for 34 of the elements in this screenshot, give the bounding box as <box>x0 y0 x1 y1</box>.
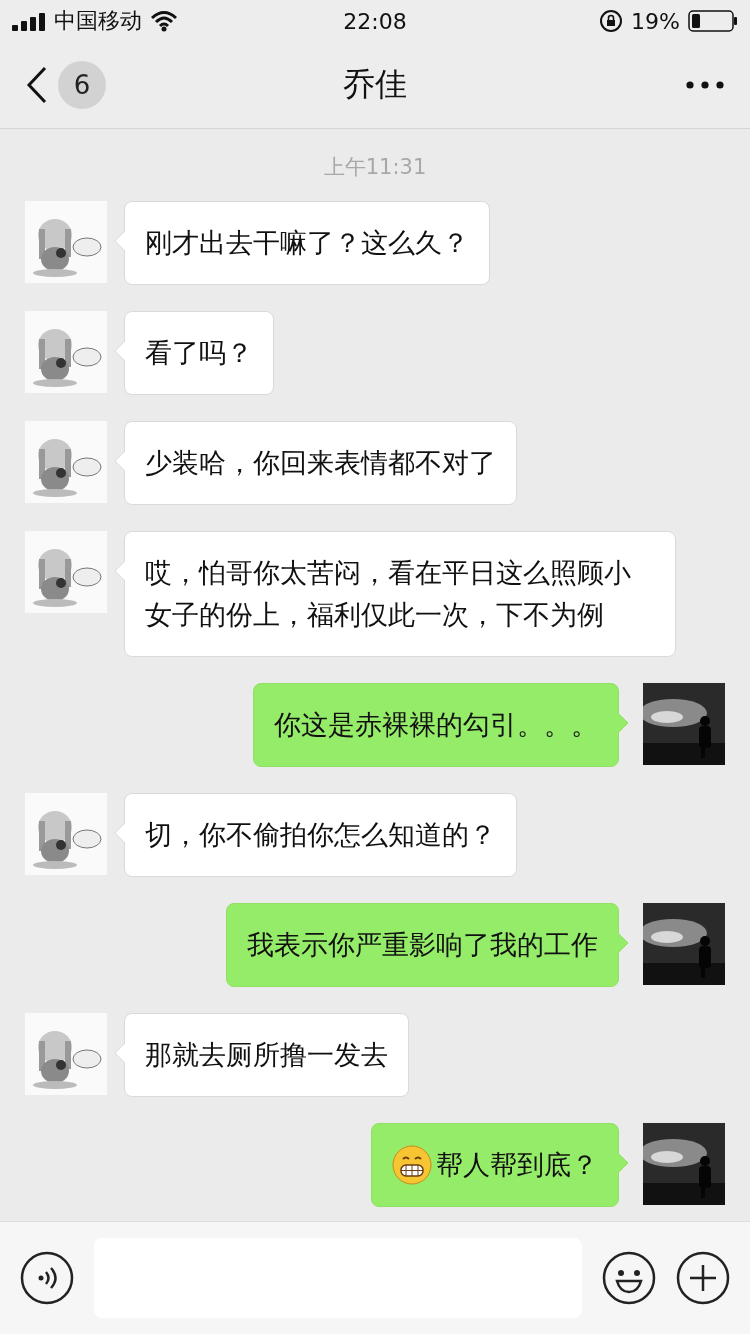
battery-icon <box>688 10 738 32</box>
bubble-tail <box>115 451 125 471</box>
unread-count-badge: 6 <box>58 61 106 109</box>
chat-title: 乔佳 <box>343 64 407 105</box>
message-bubble: 帮人帮到底？ <box>371 1123 619 1207</box>
bubble-tail <box>115 1043 125 1063</box>
bubble-tail <box>115 231 125 251</box>
bubble-tail <box>115 561 125 581</box>
message-bubble: 哎，怕哥你太苦闷，看在平日这么照顾小女子的份上，福利仅此一次，下不为例 <box>124 531 676 657</box>
message-bubble: 你这是赤裸裸的勾引。。。 <box>253 683 619 767</box>
message-bubble: 那就去厕所撸一发去 <box>124 1013 409 1097</box>
wifi-icon <box>150 10 178 32</box>
signal-icon <box>12 11 46 31</box>
rotation-lock-icon <box>599 9 624 33</box>
clock-time: 22:08 <box>343 8 407 34</box>
bubble-tail <box>618 713 628 733</box>
bubble-tail <box>618 933 628 953</box>
message-bubble: 少装哈，你回来表情都不对了 <box>124 421 517 505</box>
more-icon[interactable] <box>686 81 724 89</box>
battery-percent: 19% <box>631 8 680 34</box>
message-bubble: 切，你不偷拍你怎么知道的？ <box>124 793 517 877</box>
emoji-icon[interactable] <box>602 1251 656 1305</box>
carrier-name: 中国移动 <box>54 7 142 35</box>
grinning-face-icon <box>392 1145 432 1185</box>
voice-icon[interactable] <box>20 1251 74 1305</box>
back-icon[interactable] <box>26 66 48 104</box>
bubble-tail <box>618 1153 628 1173</box>
bubble-tail <box>115 823 125 843</box>
time-label: 上午11:31 <box>323 154 427 181</box>
bubble-tail <box>115 341 125 361</box>
message-bubble: 我表示你严重影响了我的工作 <box>226 903 619 987</box>
message-bubble: 刚才出去干嘛了？这么久？ <box>124 201 490 285</box>
message-bubble: 看了吗？ <box>124 311 274 395</box>
plus-icon[interactable] <box>676 1251 730 1305</box>
